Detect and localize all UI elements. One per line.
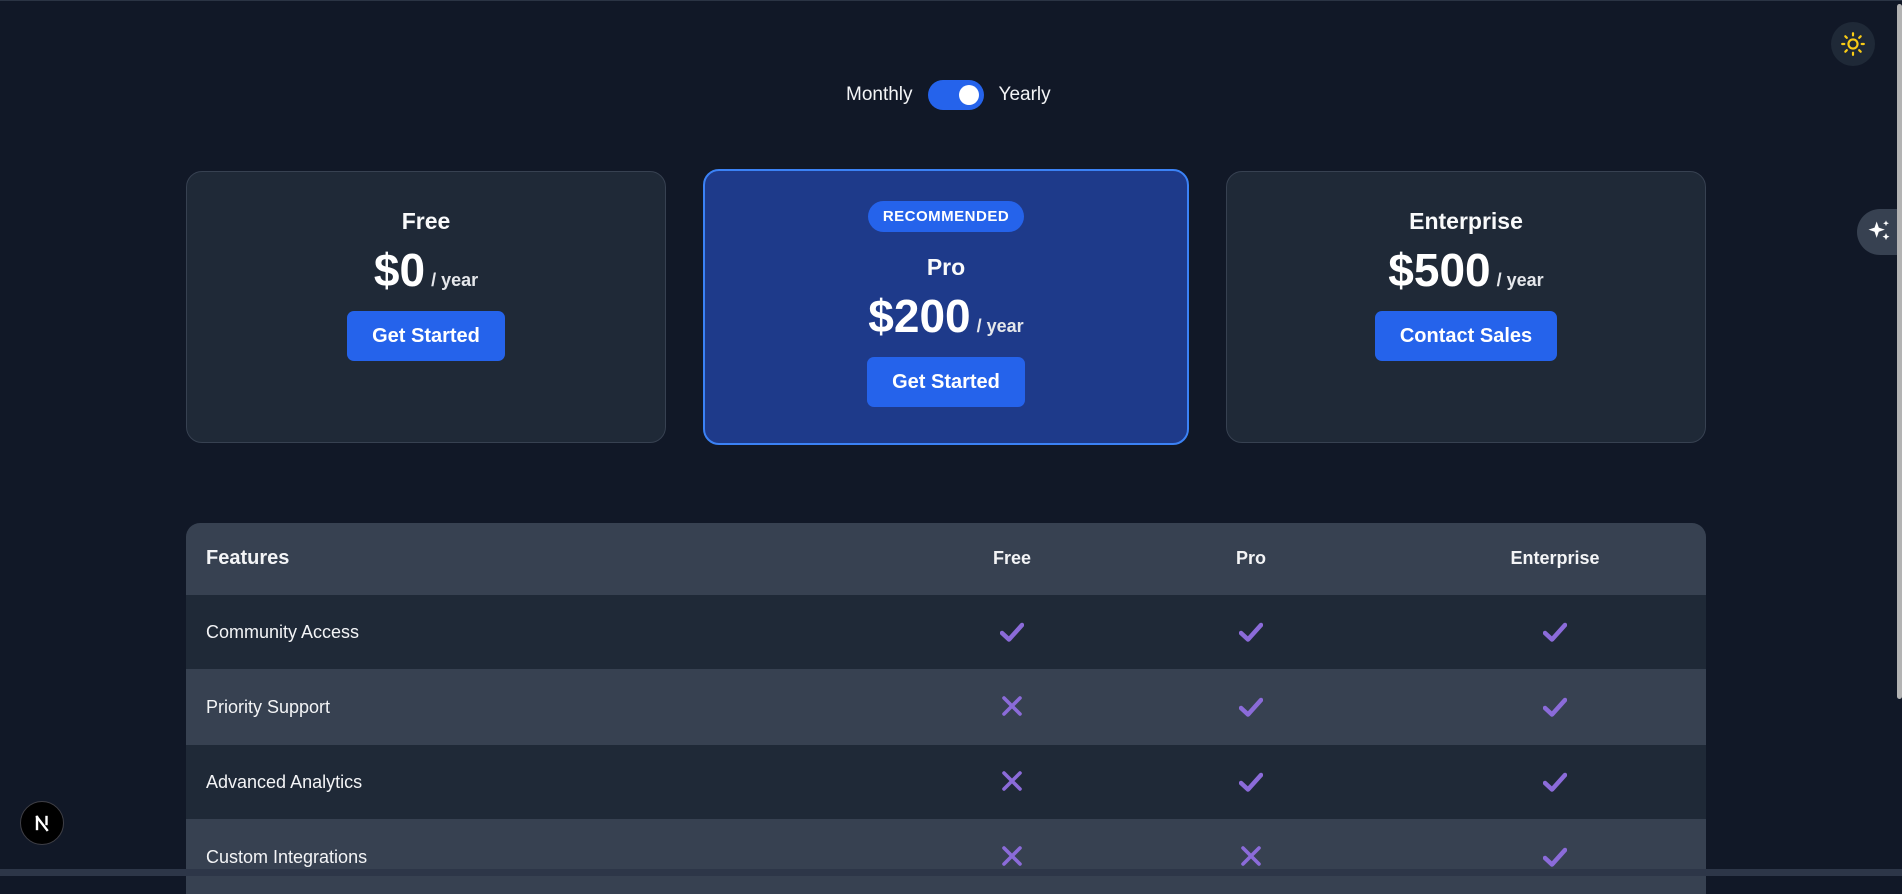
monthly-label[interactable]: Monthly	[846, 84, 913, 106]
plan-price: $500	[1388, 244, 1491, 296]
get-started-button[interactable]: Get Started	[867, 357, 1025, 407]
column-header-free: Free	[992, 548, 1032, 568]
nextjs-devtools-button[interactable]	[20, 801, 64, 845]
cell-free	[926, 618, 1098, 647]
theme-toggle-button[interactable]	[1831, 22, 1875, 66]
check-icon	[1237, 768, 1265, 796]
plan-price: $0	[373, 244, 426, 296]
nextjs-logo-icon	[35, 815, 49, 832]
plan-name: Free	[401, 208, 451, 234]
switch-knob	[958, 85, 979, 105]
check-icon	[1541, 693, 1569, 721]
scrollbar-thumb[interactable]	[1897, 4, 1902, 699]
column-header-enterprise: Enterprise	[1510, 548, 1600, 568]
plan-period: / year	[976, 316, 1024, 336]
x-icon	[998, 767, 1026, 795]
recommended-badge: RECOMMENDED	[867, 201, 1025, 232]
plan-name: Pro	[926, 254, 966, 280]
cell-pro	[1098, 842, 1404, 872]
x-icon	[998, 842, 1026, 870]
table-header-row: Features Free Pro Enterprise	[186, 523, 1706, 594]
plan-period: / year	[1496, 270, 1544, 290]
top-border	[0, 0, 1902, 1]
check-icon	[1237, 618, 1265, 646]
billing-period-switch[interactable]	[927, 80, 984, 110]
cell-free	[926, 842, 1098, 872]
x-icon	[1237, 842, 1265, 870]
yearly-label[interactable]: Yearly	[999, 84, 1051, 106]
column-header-features: Features	[206, 547, 290, 569]
table-row: Priority Support	[186, 669, 1706, 744]
cell-free	[926, 767, 1098, 797]
page-scrollbar[interactable]	[1896, 0, 1902, 876]
plan-name: Enterprise	[1409, 208, 1523, 234]
cell-enterprise	[1404, 843, 1706, 872]
bottom-edge	[0, 869, 1902, 876]
plan-card-enterprise: Enterprise $500 / year Contact Sales	[1226, 171, 1706, 443]
check-icon	[1541, 618, 1569, 646]
feature-name: Custom Integrations	[206, 846, 368, 867]
cell-pro	[1098, 693, 1404, 722]
cell-free	[926, 692, 1098, 722]
table-body: Community Access Priority Support Advanced…	[186, 594, 1706, 894]
feature-name: Advanced Analytics	[206, 771, 363, 792]
table-row: Community Access	[186, 594, 1706, 669]
feature-name: Community Access	[206, 621, 360, 642]
price-row: $500 / year	[1388, 243, 1543, 297]
plan-card-free: Free $0 / year Get Started	[186, 171, 666, 443]
check-icon	[998, 618, 1026, 646]
cell-enterprise	[1404, 768, 1706, 797]
sun-icon	[1841, 32, 1865, 56]
table-row: Custom Integrations	[186, 819, 1706, 894]
column-header-pro: Pro	[1235, 548, 1266, 568]
price-row: $0 / year	[374, 243, 478, 297]
cell-pro	[1098, 618, 1404, 647]
get-started-button[interactable]: Get Started	[347, 311, 505, 361]
features-comparison-table: Features Free Pro Enterprise Community A…	[186, 523, 1706, 894]
check-icon	[1541, 843, 1569, 871]
plan-card-pro: RECOMMENDED Pro $200 / year Get Started	[703, 169, 1189, 445]
price-row: $200 / year	[868, 289, 1023, 343]
check-icon	[1237, 693, 1265, 721]
sparkles-icon	[1868, 220, 1890, 241]
cell-enterprise	[1404, 693, 1706, 722]
x-icon	[998, 692, 1026, 720]
plan-price: $200	[868, 290, 971, 342]
billing-toggle: Monthly Yearly	[846, 80, 1051, 110]
feature-name: Priority Support	[206, 696, 331, 717]
check-icon	[1541, 768, 1569, 796]
contact-sales-button[interactable]: Contact Sales	[1374, 311, 1558, 361]
cell-pro	[1098, 768, 1404, 797]
cell-enterprise	[1404, 618, 1706, 647]
table-row: Advanced Analytics	[186, 744, 1706, 819]
plan-period: / year	[431, 270, 479, 290]
